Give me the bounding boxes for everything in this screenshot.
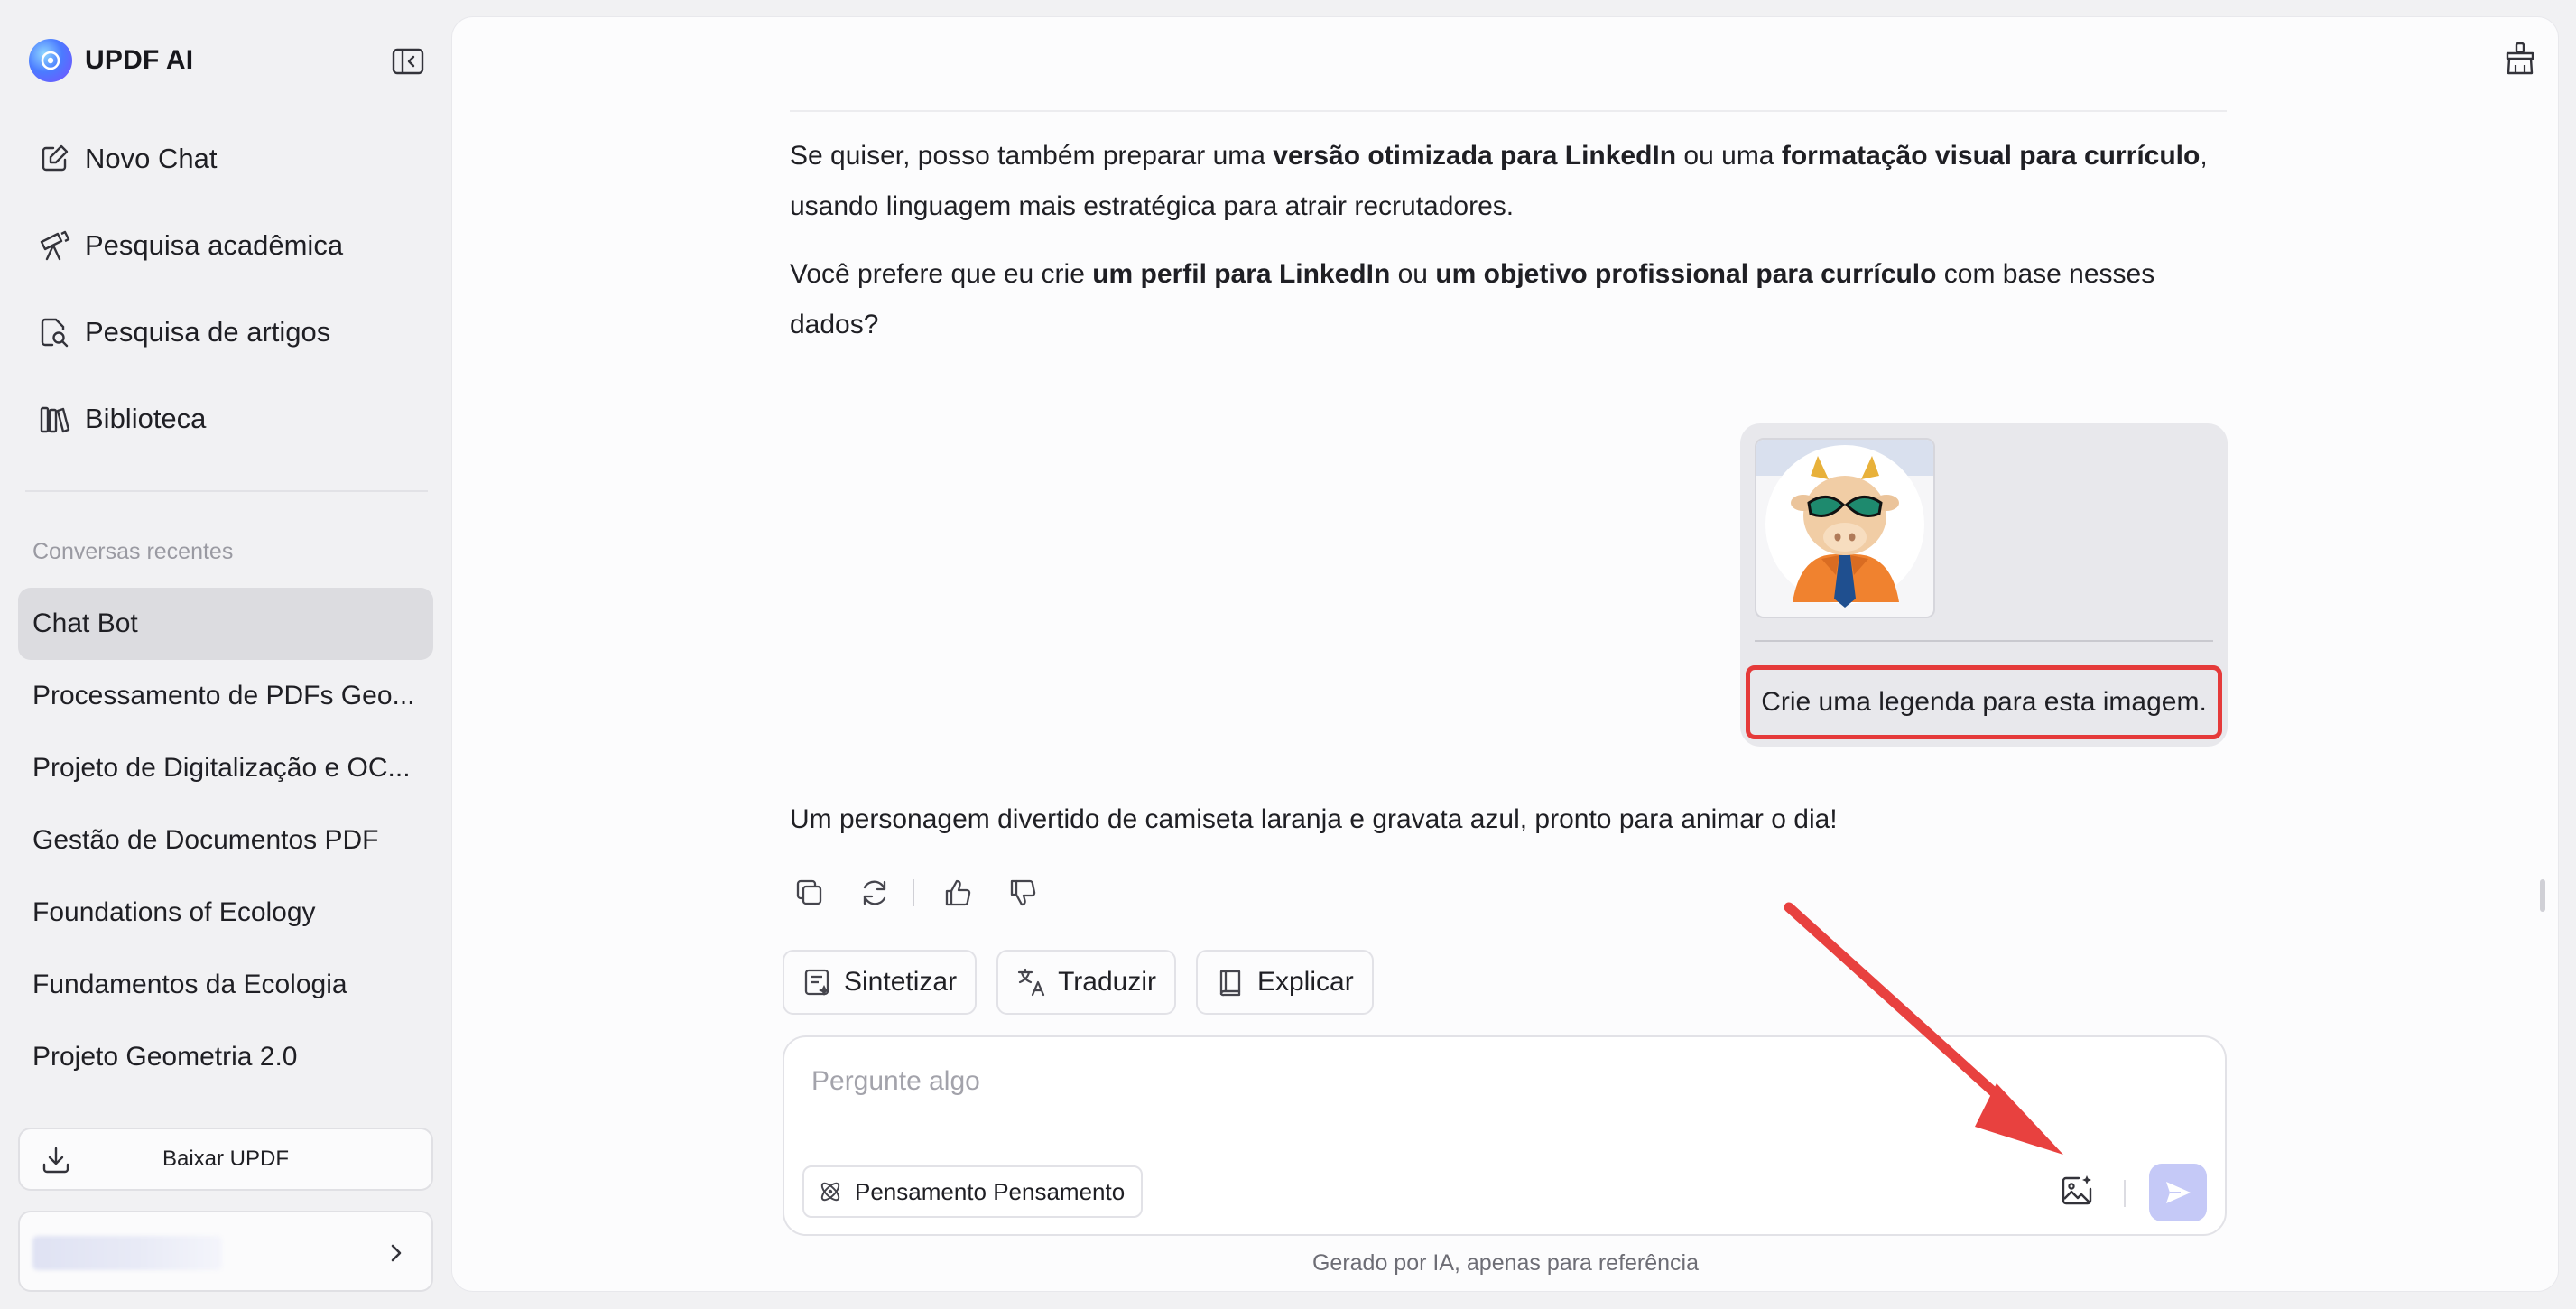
message-composer: Pensamento Pensamento (783, 1035, 2227, 1236)
thumbs-up-icon (945, 879, 971, 906)
ai-disclaimer: Gerado por IA, apenas para referência (1311, 1250, 1700, 1276)
telescope-icon (36, 227, 72, 264)
clear-chat-button[interactable] (2502, 41, 2542, 80)
scrollbar-thumb[interactable] (2540, 879, 2545, 912)
brand: UPDF AI (29, 38, 193, 83)
like-button[interactable] (938, 873, 978, 913)
app-window: UPDF AI Novo Chat Pesquisa acadêmica Pes… (0, 0, 2576, 1309)
recent-item[interactable]: Foundations of Ecology (18, 877, 433, 949)
send-icon (2166, 1182, 2191, 1203)
chat-panel: Se quiser, posso também preparar uma ver… (451, 16, 2559, 1292)
download-icon (42, 1147, 69, 1174)
collapse-sidebar-button[interactable] (388, 45, 428, 78)
recent-item[interactable]: Fundamentos da Ecologia (18, 949, 433, 1021)
article-search-icon (36, 314, 72, 350)
translate-button[interactable]: Traduzir (996, 950, 1176, 1015)
bold-text: versão otimizada para LinkedIn (1273, 141, 1677, 171)
nav-item-label: Novo Chat (85, 143, 218, 174)
summarize-label: Sintetizar (844, 967, 958, 997)
bold-text: um perfil para LinkedIn (1092, 259, 1391, 289)
composer-separator (2124, 1180, 2126, 1207)
recent-conversations-label: Conversas recentes (32, 539, 234, 564)
text: ou (1390, 259, 1436, 289)
nav-item-label: Pesquisa acadêmica (85, 229, 344, 261)
thumbs-down-icon (1010, 879, 1036, 906)
download-label: Baixar UPDF (162, 1147, 290, 1171)
copy-button[interactable] (790, 873, 829, 913)
assistant-paragraph: Se quiser, posso também preparar uma ver… (790, 131, 2234, 232)
text: ou uma (1676, 141, 1782, 171)
explain-button[interactable]: Explicar (1195, 950, 1374, 1015)
send-button[interactable] (2149, 1164, 2207, 1221)
assistant-paragraph: Você prefere que eu crie um perfil para … (790, 249, 2234, 350)
assistant-answer: Um personagem divertido de camiseta lara… (790, 804, 1838, 834)
nav-item-label: Pesquisa de artigos (85, 316, 331, 348)
sidebar: UPDF AI Novo Chat Pesquisa acadêmica Pes… (0, 0, 449, 1309)
thinking-mode-toggle[interactable]: Pensamento Pensamento (802, 1165, 1144, 1218)
user-prompt-highlighted: Crie uma legenda para esta imagem. (1746, 665, 2222, 739)
regenerate-button[interactable] (855, 873, 894, 913)
image-sparkle-icon (2062, 1175, 2092, 1205)
account-button[interactable] (18, 1211, 433, 1292)
sidebar-toggle-icon (392, 48, 424, 75)
sidebar-nav: Novo Chat Pesquisa acadêmica Pesquisa de… (18, 116, 433, 462)
summarize-button[interactable]: Sintetizar (783, 950, 978, 1015)
book-icon (1219, 970, 1241, 997)
new-chat-icon (36, 141, 72, 177)
translate-icon (1017, 968, 1045, 997)
library-icon (36, 401, 72, 437)
recent-item-chat-bot[interactable]: Chat Bot (18, 588, 433, 660)
updf-logo-icon (29, 39, 72, 82)
nav-item-novo-chat[interactable]: Novo Chat (18, 116, 433, 202)
explain-label: Explicar (1256, 967, 1354, 997)
nav-item-label: Biblioteca (85, 403, 207, 434)
message-separator (790, 110, 2227, 112)
text: Se quiser, posso também preparar uma (790, 141, 1274, 171)
nav-item-biblioteca[interactable]: Biblioteca (18, 376, 433, 462)
recent-item[interactable]: Projeto de Digitalização e OC... (18, 732, 433, 804)
copy-icon (796, 879, 822, 905)
bold-text: formatação visual para currículo (1781, 141, 2201, 171)
quick-actions: Sintetizar Traduzir Explicar (783, 950, 1394, 1015)
sidebar-divider (25, 490, 428, 492)
summarize-icon (804, 969, 829, 996)
recent-item[interactable]: Projeto Geometria 2.0 (18, 1021, 433, 1093)
bold-text: um objetivo profissional para currículo (1435, 259, 1937, 289)
bubble-divider (1755, 640, 2213, 642)
attached-image-thumbnail[interactable] (1755, 438, 1935, 618)
atom-icon (820, 1182, 840, 1202)
recent-conversations-list: Chat Bot Processamento de PDFs Geo... Pr… (18, 588, 433, 1093)
dislike-button[interactable] (1003, 873, 1042, 913)
actions-separator (913, 879, 914, 906)
nav-item-pesquisa-academica[interactable]: Pesquisa acadêmica (18, 202, 433, 289)
translate-label: Traduzir (1058, 967, 1156, 997)
upload-image-button[interactable] (2059, 1173, 2099, 1212)
user-message-bubble: Crie uma legenda para esta imagem. (1740, 423, 2228, 747)
account-info-blurred (32, 1236, 222, 1270)
chevron-right-icon (391, 1244, 402, 1262)
broom-icon (2506, 42, 2534, 75)
character-figure-image (1765, 445, 1924, 608)
download-updf-button[interactable]: Baixar UPDF (18, 1128, 433, 1191)
brand-name: UPDF AI (85, 45, 194, 75)
recent-item[interactable]: Processamento de PDFs Geo... (18, 660, 433, 732)
refresh-icon (863, 880, 886, 905)
thinking-label: Pensamento Pensamento (855, 1177, 1126, 1205)
nav-item-pesquisa-artigos[interactable]: Pesquisa de artigos (18, 289, 433, 376)
recent-item[interactable]: Gestão de Documentos PDF (18, 804, 433, 877)
message-input[interactable] (811, 1059, 2165, 1104)
text: Você prefere que eu crie (790, 259, 1093, 289)
message-actions (790, 873, 1068, 913)
